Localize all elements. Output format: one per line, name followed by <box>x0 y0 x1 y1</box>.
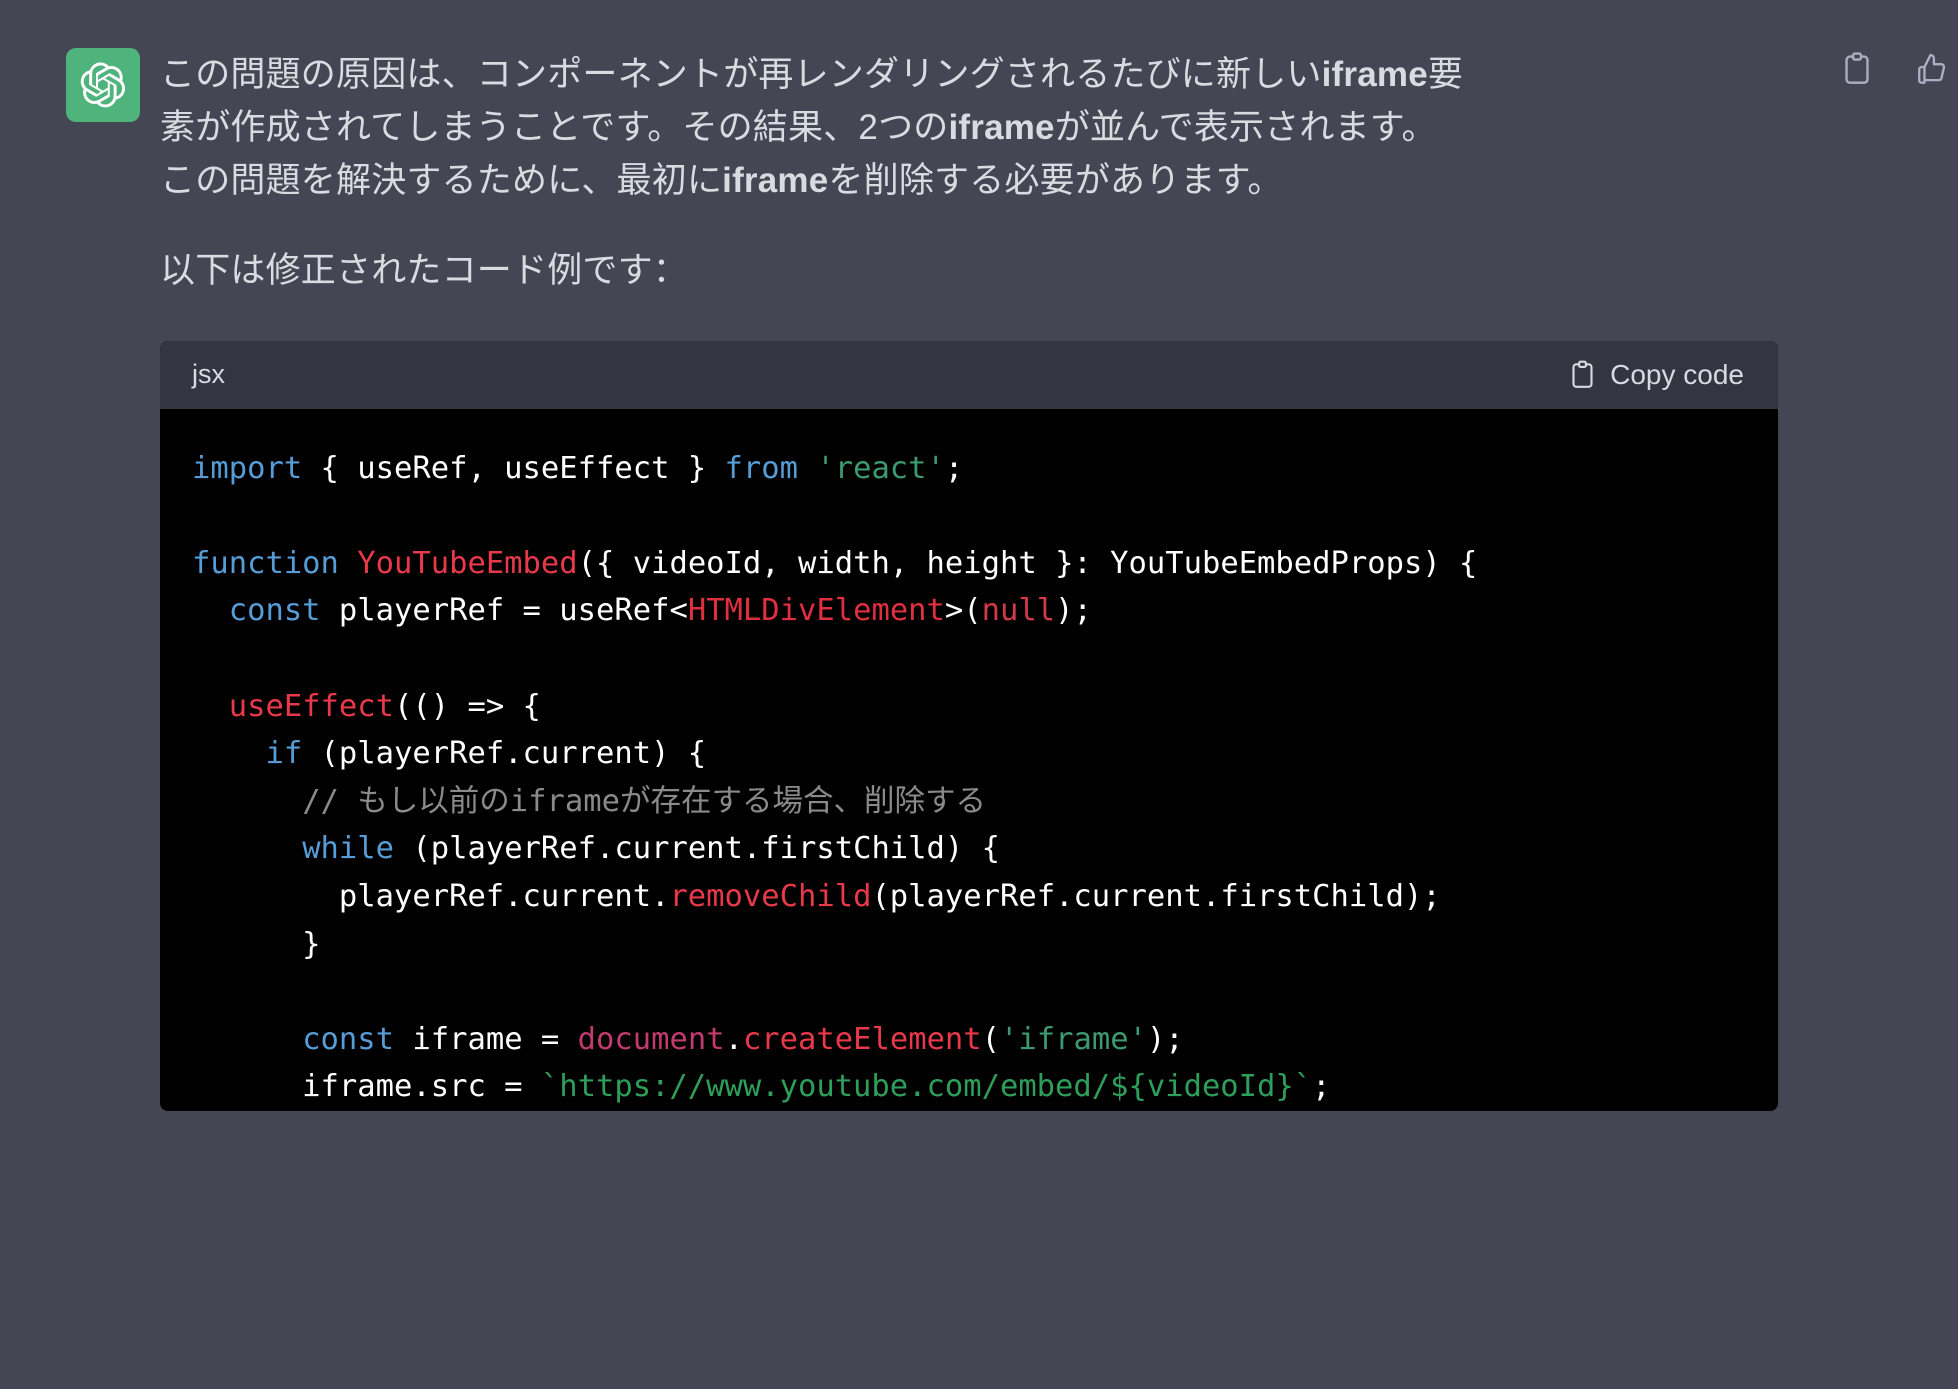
code-line: playerRef.current.removeChild(playerRef.… <box>160 873 1778 921</box>
code-token: document <box>577 1021 725 1057</box>
paragraph-explanation: この問題の原因は、コンポーネントが再レンダリングされるたびに新しいiframe要… <box>160 55 1464 201</box>
code-token: playerRef.current. <box>192 878 670 914</box>
code-token: null <box>981 593 1056 629</box>
copy-code-label: Copy code <box>1610 358 1744 390</box>
code-token: HTMLDivElement <box>687 593 945 629</box>
code-content: import { useRef, useEffect } from 'react… <box>160 408 1778 1111</box>
code-token: (playerRef.current.firstChild) { <box>394 831 1000 867</box>
code-line: const playerRef = useRef<HTMLDivElement>… <box>160 587 1778 635</box>
code-token: const <box>302 1021 395 1057</box>
code-token: 'react' <box>816 450 945 486</box>
paragraph-intro: 以下は修正されたコード例です： <box>160 250 689 290</box>
code-token: ); <box>1146 1021 1184 1057</box>
code-line: useEffect(() => { <box>160 683 1778 731</box>
assistant-message: この問題の原因は、コンポーネントが再レンダリングされるたびに新しいiframe要… <box>0 0 1958 1111</box>
code-line: function YouTubeEmbed({ videoId, width, … <box>160 540 1778 588</box>
code-token: playerRef = useRef< <box>320 593 688 629</box>
code-token: { useRef, useEffect } <box>302 450 725 486</box>
code-line: if (playerRef.current) { <box>160 730 1778 778</box>
code-token: } <box>192 926 321 962</box>
code-token: iframe.src = <box>192 1069 541 1105</box>
openai-logo-icon <box>80 62 126 108</box>
assistant-avatar <box>66 48 140 122</box>
code-token: iframe = <box>394 1021 578 1057</box>
code-token: ; <box>1312 1069 1331 1105</box>
code-block: jsx Copy code import { useRef, useEffect… <box>160 340 1778 1111</box>
code-token: function <box>192 545 339 581</box>
code-token: if <box>265 736 303 772</box>
clipboard-icon <box>1569 360 1596 390</box>
code-language-label: jsx <box>192 359 225 390</box>
code-line: } <box>160 921 1778 969</box>
avatar-column <box>0 48 160 1111</box>
code-token: ); <box>1055 593 1092 629</box>
code-token: `https://www.youtube.com/embed/${videoId… <box>540 1069 1313 1105</box>
code-line: iframe.src = `https://www.youtube.com/em… <box>160 1063 1778 1111</box>
code-token: 'iframe' <box>1000 1021 1147 1057</box>
code-line: // もし以前のiframeが存在する場合、削除する <box>160 778 1778 826</box>
thumbs-up-icon[interactable] <box>1914 52 1948 86</box>
copy-message-icon[interactable] <box>1840 52 1874 86</box>
message-content: この問題の原因は、コンポーネントが再レンダリングされるたびに新しいiframe要… <box>160 48 1958 1111</box>
code-token: ({ videoId, width, height }: YouTubeEmbe… <box>577 545 1478 581</box>
code-line: while (playerRef.current.firstChild) { <box>160 825 1778 873</box>
copy-code-button[interactable]: Copy code <box>1569 359 1752 391</box>
code-line: import { useRef, useEffect } from 'react… <box>160 445 1778 493</box>
code-token: (playerRef.current.firstChild); <box>871 878 1441 914</box>
message-actions <box>1840 52 1948 86</box>
code-line: const iframe = document.createElement('i… <box>160 1016 1778 1064</box>
code-block-header: jsx Copy code <box>160 340 1778 409</box>
code-token: createElement <box>742 1021 982 1057</box>
code-token: import <box>192 450 303 486</box>
code-token: (() => { <box>394 688 541 724</box>
code-token: const <box>228 593 321 629</box>
code-token: from <box>724 450 798 486</box>
code-token: // もし以前のiframeが存在する場合、削除する <box>302 783 986 819</box>
code-token: . <box>724 1021 743 1057</box>
code-token: YouTubeEmbed <box>357 545 578 581</box>
code-token: ( <box>981 1021 1001 1057</box>
code-token: ; <box>944 450 964 486</box>
code-token: removeChild <box>669 878 872 914</box>
code-token: >( <box>944 593 982 629</box>
code-token: useEffect <box>228 688 394 724</box>
code-token: (playerRef.current) { <box>302 736 707 772</box>
code-token: while <box>302 831 395 867</box>
